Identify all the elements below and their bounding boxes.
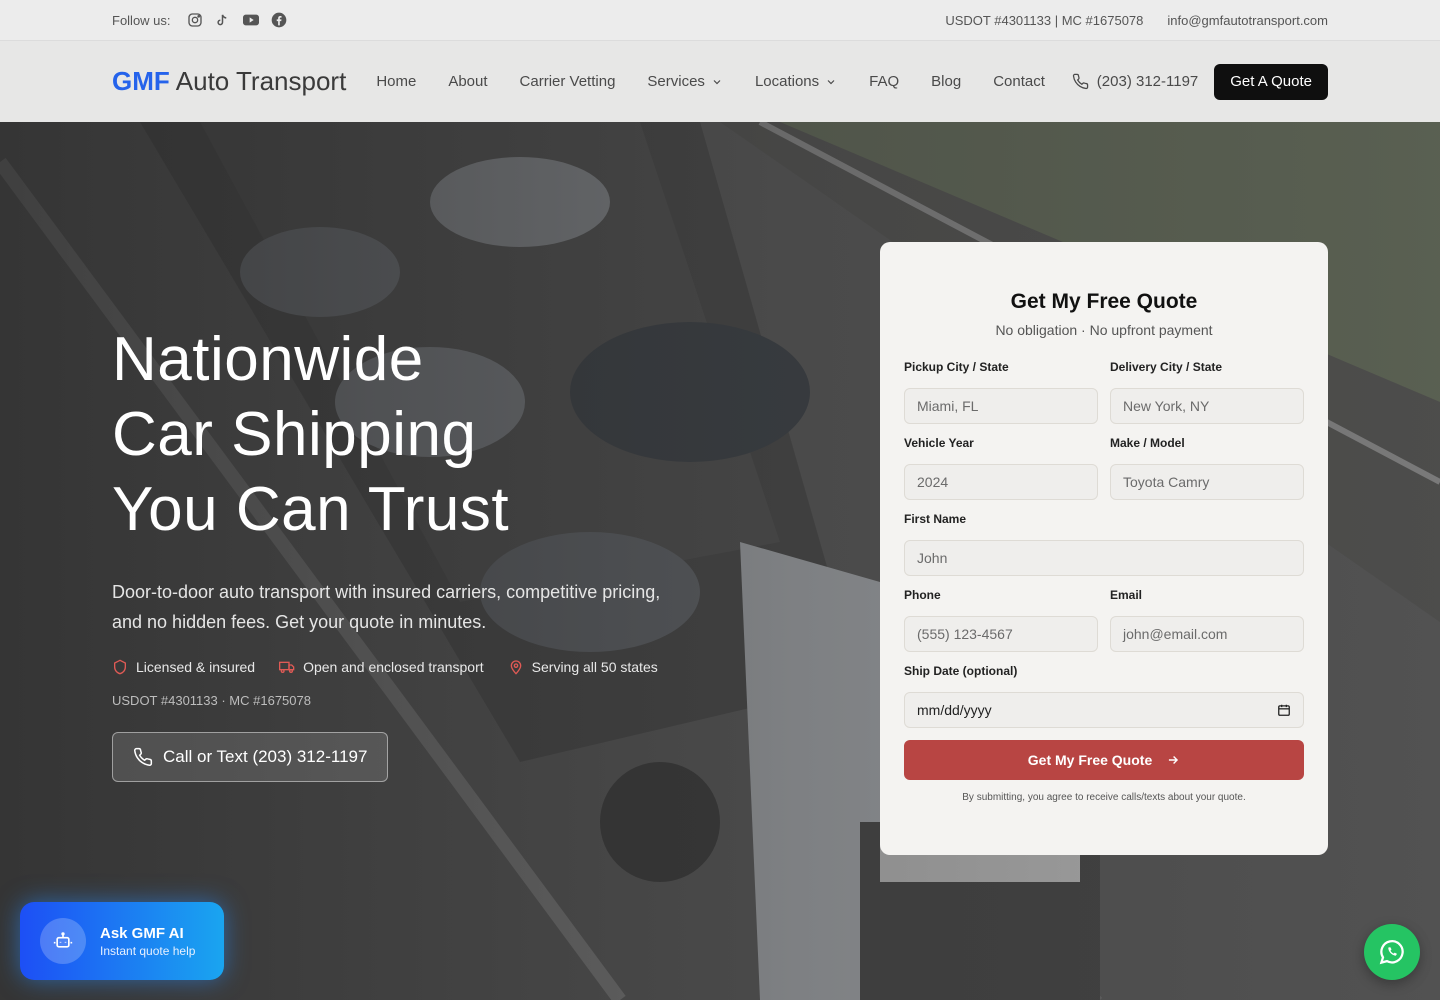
badge-states: Serving all 50 states xyxy=(508,659,658,675)
make-label: Make / Model xyxy=(1110,436,1185,450)
hero-badges: Licensed & insured Open and enclosed tra… xyxy=(112,659,752,675)
hero-title-line: You Can Trust xyxy=(112,475,510,544)
badge-label: Serving all 50 states xyxy=(531,659,658,675)
email-label: Email xyxy=(1110,588,1143,602)
phone-field: Phone (555) 123-4567 xyxy=(904,588,1098,652)
youtube-icon[interactable] xyxy=(242,12,259,28)
form-title: Get My Free Quote xyxy=(1010,290,1198,313)
ship-date-label: Ship Date (optional) xyxy=(904,664,1018,678)
facebook-icon[interactable] xyxy=(271,12,287,28)
calendar-icon[interactable] xyxy=(1277,703,1291,717)
chevron-down-icon xyxy=(713,79,721,84)
follow-label: Follow us: xyxy=(112,12,171,28)
submit-quote-button[interactable]: Get My Free Quote xyxy=(904,740,1304,780)
nav-label: Services xyxy=(647,73,705,90)
email-input[interactable]: john@email.com xyxy=(1110,616,1304,652)
badge-licensed: Licensed & insured xyxy=(112,659,255,675)
make-input[interactable]: Toyota Camry xyxy=(1110,464,1304,500)
arrow-right-icon xyxy=(1169,756,1179,764)
year-input[interactable]: 2024 xyxy=(904,464,1098,500)
first-name-input[interactable]: John xyxy=(904,540,1304,576)
logo[interactable]: GMF Auto Transport xyxy=(112,66,346,97)
call-button-label: Call or Text (203) 312-1197 xyxy=(163,747,368,766)
nav-item-contact[interactable]: Contact xyxy=(993,73,1045,90)
quote-form-card: Get My Free Quote No obligation · No upf… xyxy=(880,242,1328,855)
nav-label: Blog xyxy=(931,73,962,90)
badge-label: Licensed & insured xyxy=(136,659,256,675)
delivery-label: Delivery City / State xyxy=(1110,360,1223,374)
whatsapp-icon xyxy=(1379,940,1404,965)
nav-phone-number: (203) 312-1197 xyxy=(1096,73,1199,90)
hero-content: Nationwide Car Shipping You Can Trust Do… xyxy=(112,322,752,782)
year-field: Vehicle Year 2024 xyxy=(904,436,1098,500)
phone-input[interactable]: (555) 123-4567 xyxy=(904,616,1098,652)
nav-label: FAQ xyxy=(869,73,900,90)
year-label: Vehicle Year xyxy=(904,436,974,450)
usdot-text: USDOT #4301133 | MC #1675078 xyxy=(945,12,1144,28)
logo-text: Auto Transport xyxy=(175,66,347,96)
ship-date-field: Ship Date (optional) mm/dd/yyyy xyxy=(904,664,1304,728)
phone-icon xyxy=(1072,73,1089,90)
ai-chat-widget[interactable]: Ask GMF AI Instant quote help xyxy=(20,902,224,980)
hero-title-line: Car Shipping xyxy=(112,400,477,469)
logo-brand: GMF xyxy=(112,66,170,96)
ship-date-value: mm/dd/yyyy xyxy=(917,702,992,718)
nav-item-faq[interactable]: FAQ xyxy=(869,73,899,90)
call-button[interactable]: Call or Text (203) 312-1197 xyxy=(112,732,389,782)
pickup-label: Pickup City / State xyxy=(904,360,1009,374)
main-nav: GMF Auto Transport Home About Carrier Vet… xyxy=(0,41,1440,122)
submit-label: Get My Free Quote xyxy=(1027,752,1153,768)
nav-label: Locations xyxy=(754,73,820,90)
nav-item-services[interactable]: Services xyxy=(647,73,723,90)
nav-item-carrier-vetting[interactable]: Carrier Vetting xyxy=(520,73,616,90)
nav-menu: Home About Carrier Vetting Services Loca… xyxy=(376,73,1045,90)
hero-title-line: Nationwide xyxy=(112,325,424,394)
nav-label: Carrier Vetting xyxy=(519,73,616,90)
social-links xyxy=(187,12,287,28)
truck-icon xyxy=(279,661,295,673)
robot-icon xyxy=(40,918,86,964)
email-field: Email john@email.com xyxy=(1110,588,1304,652)
whatsapp-button[interactable] xyxy=(1364,924,1420,980)
nav-item-about[interactable]: About xyxy=(448,73,487,90)
instagram-icon[interactable] xyxy=(187,12,203,28)
badge-label: Open and enclosed transport xyxy=(303,659,484,675)
shield-icon xyxy=(114,659,126,675)
nav-label: About xyxy=(448,73,488,90)
ai-widget-title: Ask GMF AI xyxy=(100,924,184,942)
nav-label: Home xyxy=(376,73,417,90)
get-quote-button[interactable]: Get A Quote xyxy=(1214,63,1328,100)
nav-phone-link[interactable]: (203) 312-1197 xyxy=(1072,73,1198,90)
first-name-label: First Name xyxy=(904,512,967,526)
make-field: Make / Model Toyota Camry xyxy=(1110,436,1304,500)
nav-label: Contact xyxy=(993,73,1045,90)
hero-usdot: USDOT #4301133 · MC #1675078 xyxy=(112,693,311,708)
pickup-field: Pickup City / State Miami, FL xyxy=(904,360,1098,424)
delivery-input[interactable]: New York, NY xyxy=(1110,388,1304,424)
ship-date-input[interactable]: mm/dd/yyyy xyxy=(904,692,1304,728)
hero-subtitle: Door-to-door auto transport with insured… xyxy=(112,582,661,632)
phone-icon xyxy=(134,747,153,766)
email-link[interactable]: info@gmfautotransport.com xyxy=(1167,13,1328,28)
nav-item-home[interactable]: Home xyxy=(376,73,416,90)
nav-item-blog[interactable]: Blog xyxy=(931,73,961,90)
first-name-field: First Name John xyxy=(904,512,1304,576)
phone-label: Phone xyxy=(904,588,941,602)
delivery-field: Delivery City / State New York, NY xyxy=(1110,360,1304,424)
pickup-input[interactable]: Miami, FL xyxy=(904,388,1098,424)
nav-item-locations[interactable]: Locations xyxy=(755,73,837,90)
map-pin-icon xyxy=(510,660,521,675)
form-terms: By submitting, you agree to receive call… xyxy=(962,792,1246,803)
ai-widget-subtitle: Instant quote help xyxy=(100,943,196,958)
hero-title: Nationwide Car Shipping You Can Trust xyxy=(112,322,752,547)
badge-transport: Open and enclosed transport xyxy=(279,659,484,675)
hero-section: Nationwide Car Shipping You Can Trust Do… xyxy=(0,122,1440,1000)
form-subtitle: No obligation · No upfront payment xyxy=(995,322,1213,338)
tiktok-icon[interactable] xyxy=(215,12,231,28)
top-bar: Follow us: USDOT #4301133 | MC #1675078 … xyxy=(0,0,1440,41)
chevron-down-icon xyxy=(827,79,835,84)
